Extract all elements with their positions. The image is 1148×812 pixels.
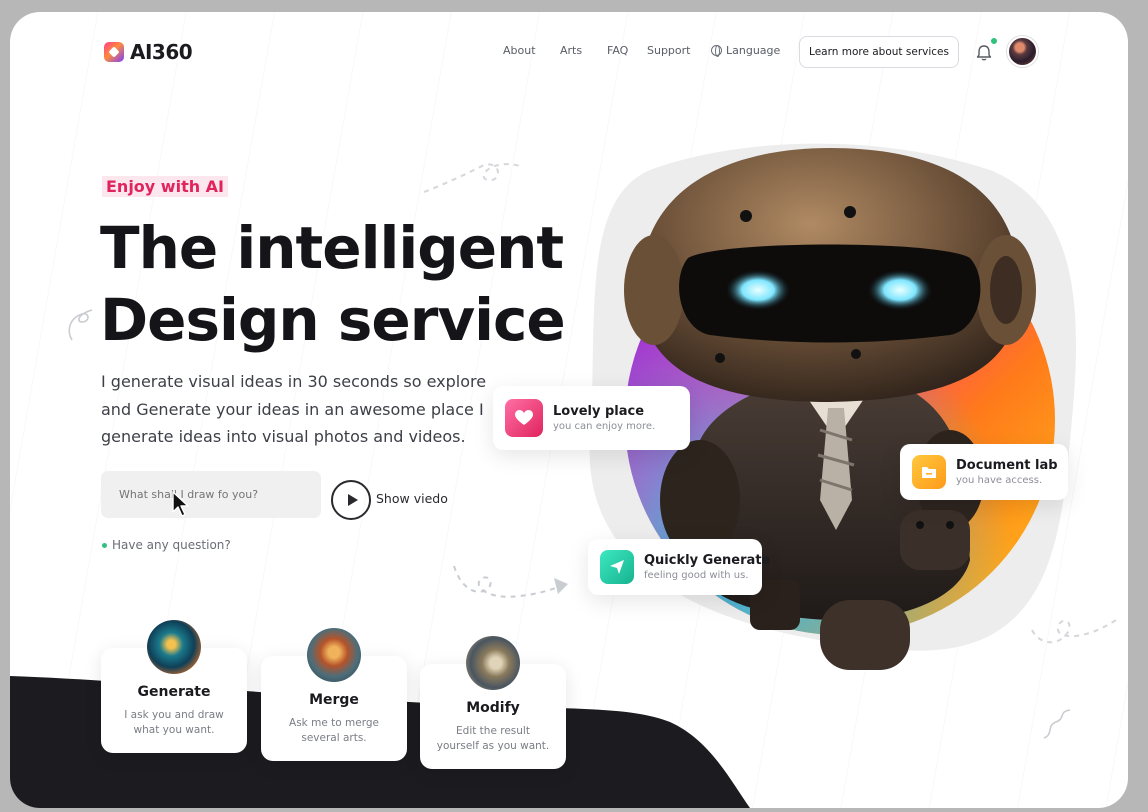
quickly-generate-card: Quickly Generate feeling good with us.: [588, 539, 770, 595]
nav-item-faq[interactable]: FAQ: [607, 44, 628, 57]
notification-badge: [990, 37, 998, 45]
feature-desc-line: what you want.: [133, 724, 215, 736]
hero-tag: Enjoy with AI: [102, 176, 229, 197]
feature-title: Merge: [309, 692, 359, 708]
document-lab-subtitle: you have access.: [956, 475, 1043, 486]
brand-logo[interactable]: AI360: [104, 40, 193, 64]
feature-title: Generate: [137, 684, 211, 700]
feature-card-merge[interactable]: Merge Ask me to merge several arts.: [261, 628, 407, 761]
quickly-generate-title: Quickly Generate: [644, 553, 771, 568]
dashed-arrow-decoration: [453, 565, 568, 598]
show-video-link[interactable]: Show viedo: [376, 491, 448, 506]
quickly-generate-subtitle: feeling good with us.: [644, 570, 749, 581]
hero-description: I generate visual ideas in 30 seconds so…: [101, 372, 487, 446]
play-icon[interactable]: [331, 480, 371, 520]
learn-more-button[interactable]: Learn more about services: [799, 36, 959, 68]
feature-card-modify[interactable]: Modify Edit the result yourself as you w…: [420, 636, 566, 769]
prompt-input[interactable]: [101, 471, 321, 518]
feature-desc-line: Edit the result: [456, 725, 530, 737]
nav-item-about[interactable]: About: [503, 44, 536, 57]
heart-icon: [505, 399, 543, 437]
feature-description: Ask me to merge several arts.: [261, 716, 407, 746]
nav-item-support[interactable]: Support: [647, 44, 690, 57]
question-link[interactable]: Have any question?: [102, 538, 231, 552]
bell-icon[interactable]: [975, 44, 993, 62]
dashed-loop-decoration: [423, 163, 521, 193]
folder-icon: [912, 455, 946, 489]
brand-name: AI360: [130, 40, 193, 64]
hero-title-line-2: Design service: [100, 286, 566, 354]
lovely-place-subtitle: you can enjoy more.: [553, 421, 656, 432]
globe-icon: [711, 45, 722, 57]
feature-description: Edit the result yourself as you want.: [420, 724, 566, 754]
feature-title: Modify: [466, 700, 520, 716]
squiggle-decoration: [1043, 709, 1071, 739]
swirl-decoration: [68, 309, 93, 341]
feature-desc-line: yourself as you want.: [436, 740, 550, 752]
merge-thumbnail: [307, 628, 361, 682]
status-dot: [102, 542, 107, 548]
feature-card-generate[interactable]: Generate I ask you and draw what you wan…: [101, 620, 247, 753]
document-lab-card: Document lab you have access.: [900, 444, 1068, 500]
mouse-cursor-icon: [172, 491, 189, 517]
hero-title: The intelligent Design service: [100, 212, 566, 356]
page-frame: AI360 About Arts FAQ Support Language Le…: [10, 12, 1128, 808]
language-selector[interactable]: Language: [711, 44, 780, 57]
user-avatar[interactable]: [1007, 36, 1038, 67]
feature-desc-line: several arts.: [301, 732, 367, 744]
hero-title-line-1: The intelligent: [100, 214, 564, 282]
question-label: Have any question?: [112, 538, 231, 552]
feature-desc-line: I ask you and draw: [124, 709, 224, 721]
feature-desc-line: Ask me to merge: [289, 717, 379, 729]
logo-icon: [104, 42, 124, 62]
nav-item-arts[interactable]: Arts: [560, 44, 582, 57]
lovely-place-title: Lovely place: [553, 404, 645, 419]
document-lab-title: Document lab: [956, 458, 1058, 473]
modify-thumbnail: [466, 636, 520, 690]
lovely-place-card: Lovely place you can enjoy more.: [493, 386, 690, 450]
generate-thumbnail: [147, 620, 201, 674]
language-label: Language: [726, 44, 781, 57]
send-icon: [600, 550, 634, 584]
feature-description: I ask you and draw what you want.: [101, 708, 247, 738]
